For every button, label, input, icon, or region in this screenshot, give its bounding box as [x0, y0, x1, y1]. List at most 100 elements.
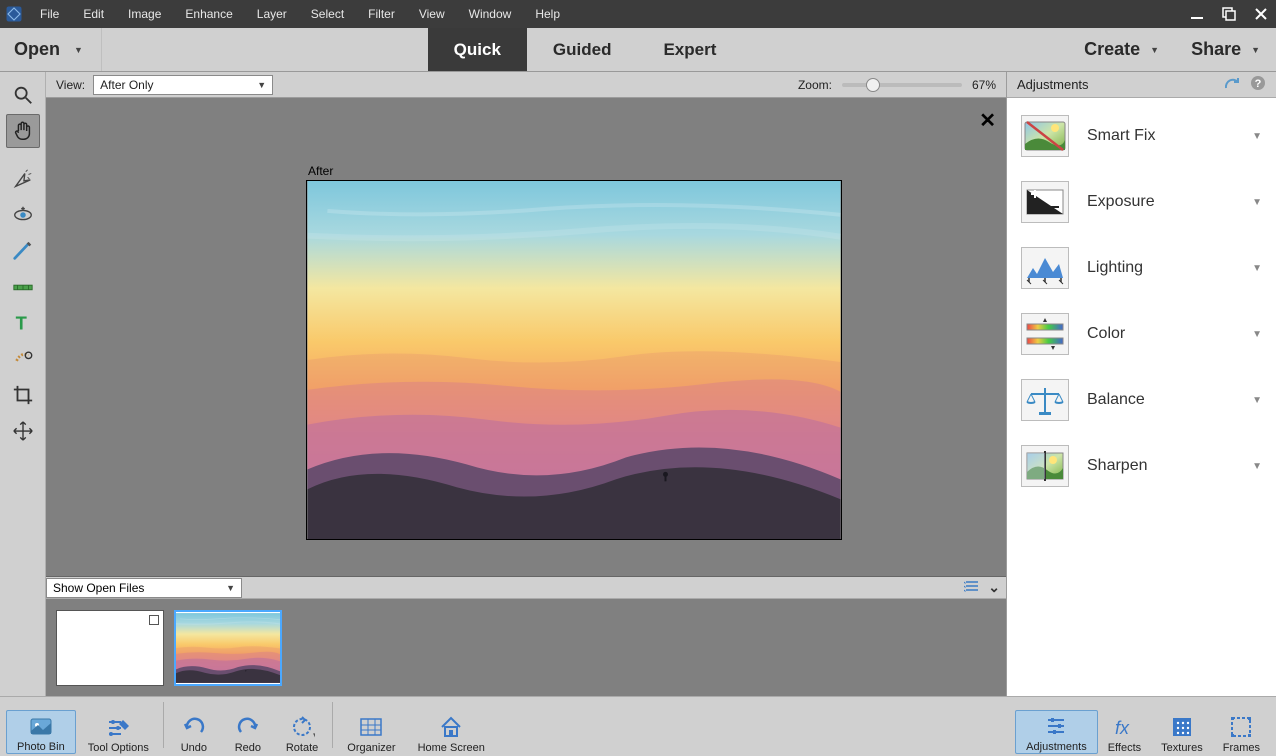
view-select[interactable]: After Only ▼ — [93, 75, 273, 95]
menu-edit[interactable]: Edit — [71, 0, 116, 28]
sharpen-icon — [1021, 445, 1069, 487]
tool-redeye[interactable] — [6, 198, 40, 232]
bottom-tool-options[interactable]: Tool Options — [78, 710, 159, 754]
adj-label: Smart Fix — [1087, 127, 1234, 145]
tab-quick[interactable]: Quick — [428, 28, 527, 71]
tool-move[interactable] — [6, 414, 40, 448]
tool-hand[interactable] — [6, 114, 40, 148]
menu-file[interactable]: File — [28, 0, 71, 28]
color-icon — [1021, 313, 1069, 355]
bottom-adjustments[interactable]: Adjustments — [1015, 710, 1098, 754]
open-button[interactable]: Open ▼ — [0, 28, 102, 71]
view-select-value: After Only — [100, 78, 153, 92]
zoom-slider-thumb[interactable] — [866, 78, 880, 92]
close-document-button[interactable]: ✕ — [979, 108, 996, 133]
adj-exposure[interactable]: Exposure ▼ — [1015, 174, 1268, 230]
svg-text:▾: ▾ — [313, 730, 315, 740]
adj-label: Lighting — [1087, 259, 1234, 277]
menu-help[interactable]: Help — [523, 0, 572, 28]
bottom-organizer[interactable]: Organizer — [337, 712, 405, 754]
menu-enhance[interactable]: Enhance — [173, 0, 244, 28]
zoom-label: Zoom: — [798, 78, 832, 92]
tab-guided[interactable]: Guided — [527, 28, 638, 71]
panel-title: Adjustments — [1017, 77, 1089, 92]
chevron-down-icon: ▼ — [226, 583, 235, 593]
chevron-down-icon: ▼ — [74, 45, 83, 55]
after-label: After — [308, 164, 333, 178]
view-label: View: — [56, 78, 85, 92]
menu-select[interactable]: Select — [299, 0, 356, 28]
menu-image[interactable]: Image — [116, 0, 173, 28]
bottom-label: Textures — [1161, 742, 1203, 754]
bottom-label: Organizer — [347, 742, 395, 754]
app-icon — [0, 0, 28, 28]
adjustments-panel: Adjustments ? Smart Fix ▼ Exposure ▼ Lig… — [1006, 72, 1276, 696]
balance-icon — [1021, 379, 1069, 421]
list-icon[interactable] — [964, 579, 980, 597]
tool-spot-heal[interactable] — [6, 342, 40, 376]
bottom-label: Redo — [235, 742, 261, 754]
bottom-rotate[interactable]: ▾ Rotate — [276, 712, 328, 754]
chevron-down-icon: ▼ — [1252, 395, 1262, 406]
menu-view[interactable]: View — [407, 0, 457, 28]
create-label: Create — [1084, 39, 1140, 60]
canvas-image[interactable] — [306, 180, 842, 540]
zoom-slider[interactable] — [842, 83, 962, 87]
collapse-icon[interactable]: ⌄ — [988, 579, 1000, 596]
bottom-photo-bin[interactable]: Photo Bin — [6, 710, 76, 754]
window-close-button[interactable] — [1252, 5, 1270, 23]
bottom-undo[interactable]: Undo — [168, 712, 220, 754]
menu-window[interactable]: Window — [457, 0, 524, 28]
toolbox: T — [0, 72, 46, 696]
bottom-label: Photo Bin — [17, 741, 65, 753]
zoom-value: 67% — [972, 78, 996, 92]
bottom-frames[interactable]: Frames — [1213, 710, 1270, 754]
bottom-redo[interactable]: Redo — [222, 712, 274, 754]
svg-text:T: T — [15, 312, 26, 333]
adj-sharpen[interactable]: Sharpen ▼ — [1015, 438, 1268, 494]
view-options-bar: View: After Only ▼ Zoom: 67% — [46, 72, 1006, 98]
photobin-select-value: Show Open Files — [53, 581, 144, 595]
share-button[interactable]: Share ▼ — [1175, 39, 1276, 60]
tool-straighten[interactable] — [6, 270, 40, 304]
open-label: Open — [14, 39, 60, 60]
tool-quick-select[interactable] — [6, 162, 40, 196]
window-maximize-button[interactable] — [1220, 5, 1238, 23]
tool-type[interactable]: T — [6, 306, 40, 340]
adj-label: Color — [1087, 325, 1234, 343]
adj-label: Balance — [1087, 391, 1234, 409]
adj-label: Sharpen — [1087, 457, 1234, 475]
tool-crop[interactable] — [6, 378, 40, 412]
menu-filter[interactable]: Filter — [356, 0, 407, 28]
window-minimize-button[interactable] — [1188, 5, 1206, 23]
bottom-home-screen[interactable]: Home Screen — [408, 712, 495, 754]
bottom-bar: Photo Bin Tool Options Undo Redo ▾ Rotat… — [0, 696, 1276, 756]
photobin-thumb-sunset[interactable] — [174, 610, 282, 686]
help-icon[interactable]: ? — [1250, 75, 1266, 94]
photobin-select[interactable]: Show Open Files ▼ — [46, 578, 242, 598]
bottom-textures[interactable]: Textures — [1151, 710, 1213, 754]
adj-balance[interactable]: Balance ▼ — [1015, 372, 1268, 428]
adj-color[interactable]: Color ▼ — [1015, 306, 1268, 362]
create-button[interactable]: Create ▼ — [1068, 39, 1175, 60]
bottom-effects[interactable]: fx Effects — [1098, 710, 1151, 754]
tool-zoom[interactable] — [6, 78, 40, 112]
photobin-thumb-blank[interactable] — [56, 610, 164, 686]
chevron-down-icon: ▼ — [1252, 197, 1262, 208]
chevron-down-icon: ▼ — [1251, 45, 1260, 55]
menu-layer[interactable]: Layer — [245, 0, 299, 28]
tab-expert[interactable]: Expert — [637, 28, 742, 71]
svg-text:fx: fx — [1115, 718, 1130, 738]
tool-whiten-teeth[interactable] — [6, 234, 40, 268]
bottom-label: Rotate — [286, 742, 318, 754]
adj-lighting[interactable]: Lighting ▼ — [1015, 240, 1268, 296]
bottom-label: Tool Options — [88, 742, 149, 754]
reset-icon[interactable] — [1224, 76, 1242, 93]
menu-bar: File Edit Image Enhance Layer Select Fil… — [0, 0, 1276, 28]
mode-bar: Open ▼ Quick Guided Expert Create ▼ Shar… — [0, 28, 1276, 72]
chevron-down-icon: ▼ — [1252, 131, 1262, 142]
adj-smart-fix[interactable]: Smart Fix ▼ — [1015, 108, 1268, 164]
adj-label: Exposure — [1087, 193, 1234, 211]
bottom-label: Frames — [1223, 742, 1260, 754]
share-label: Share — [1191, 39, 1241, 60]
